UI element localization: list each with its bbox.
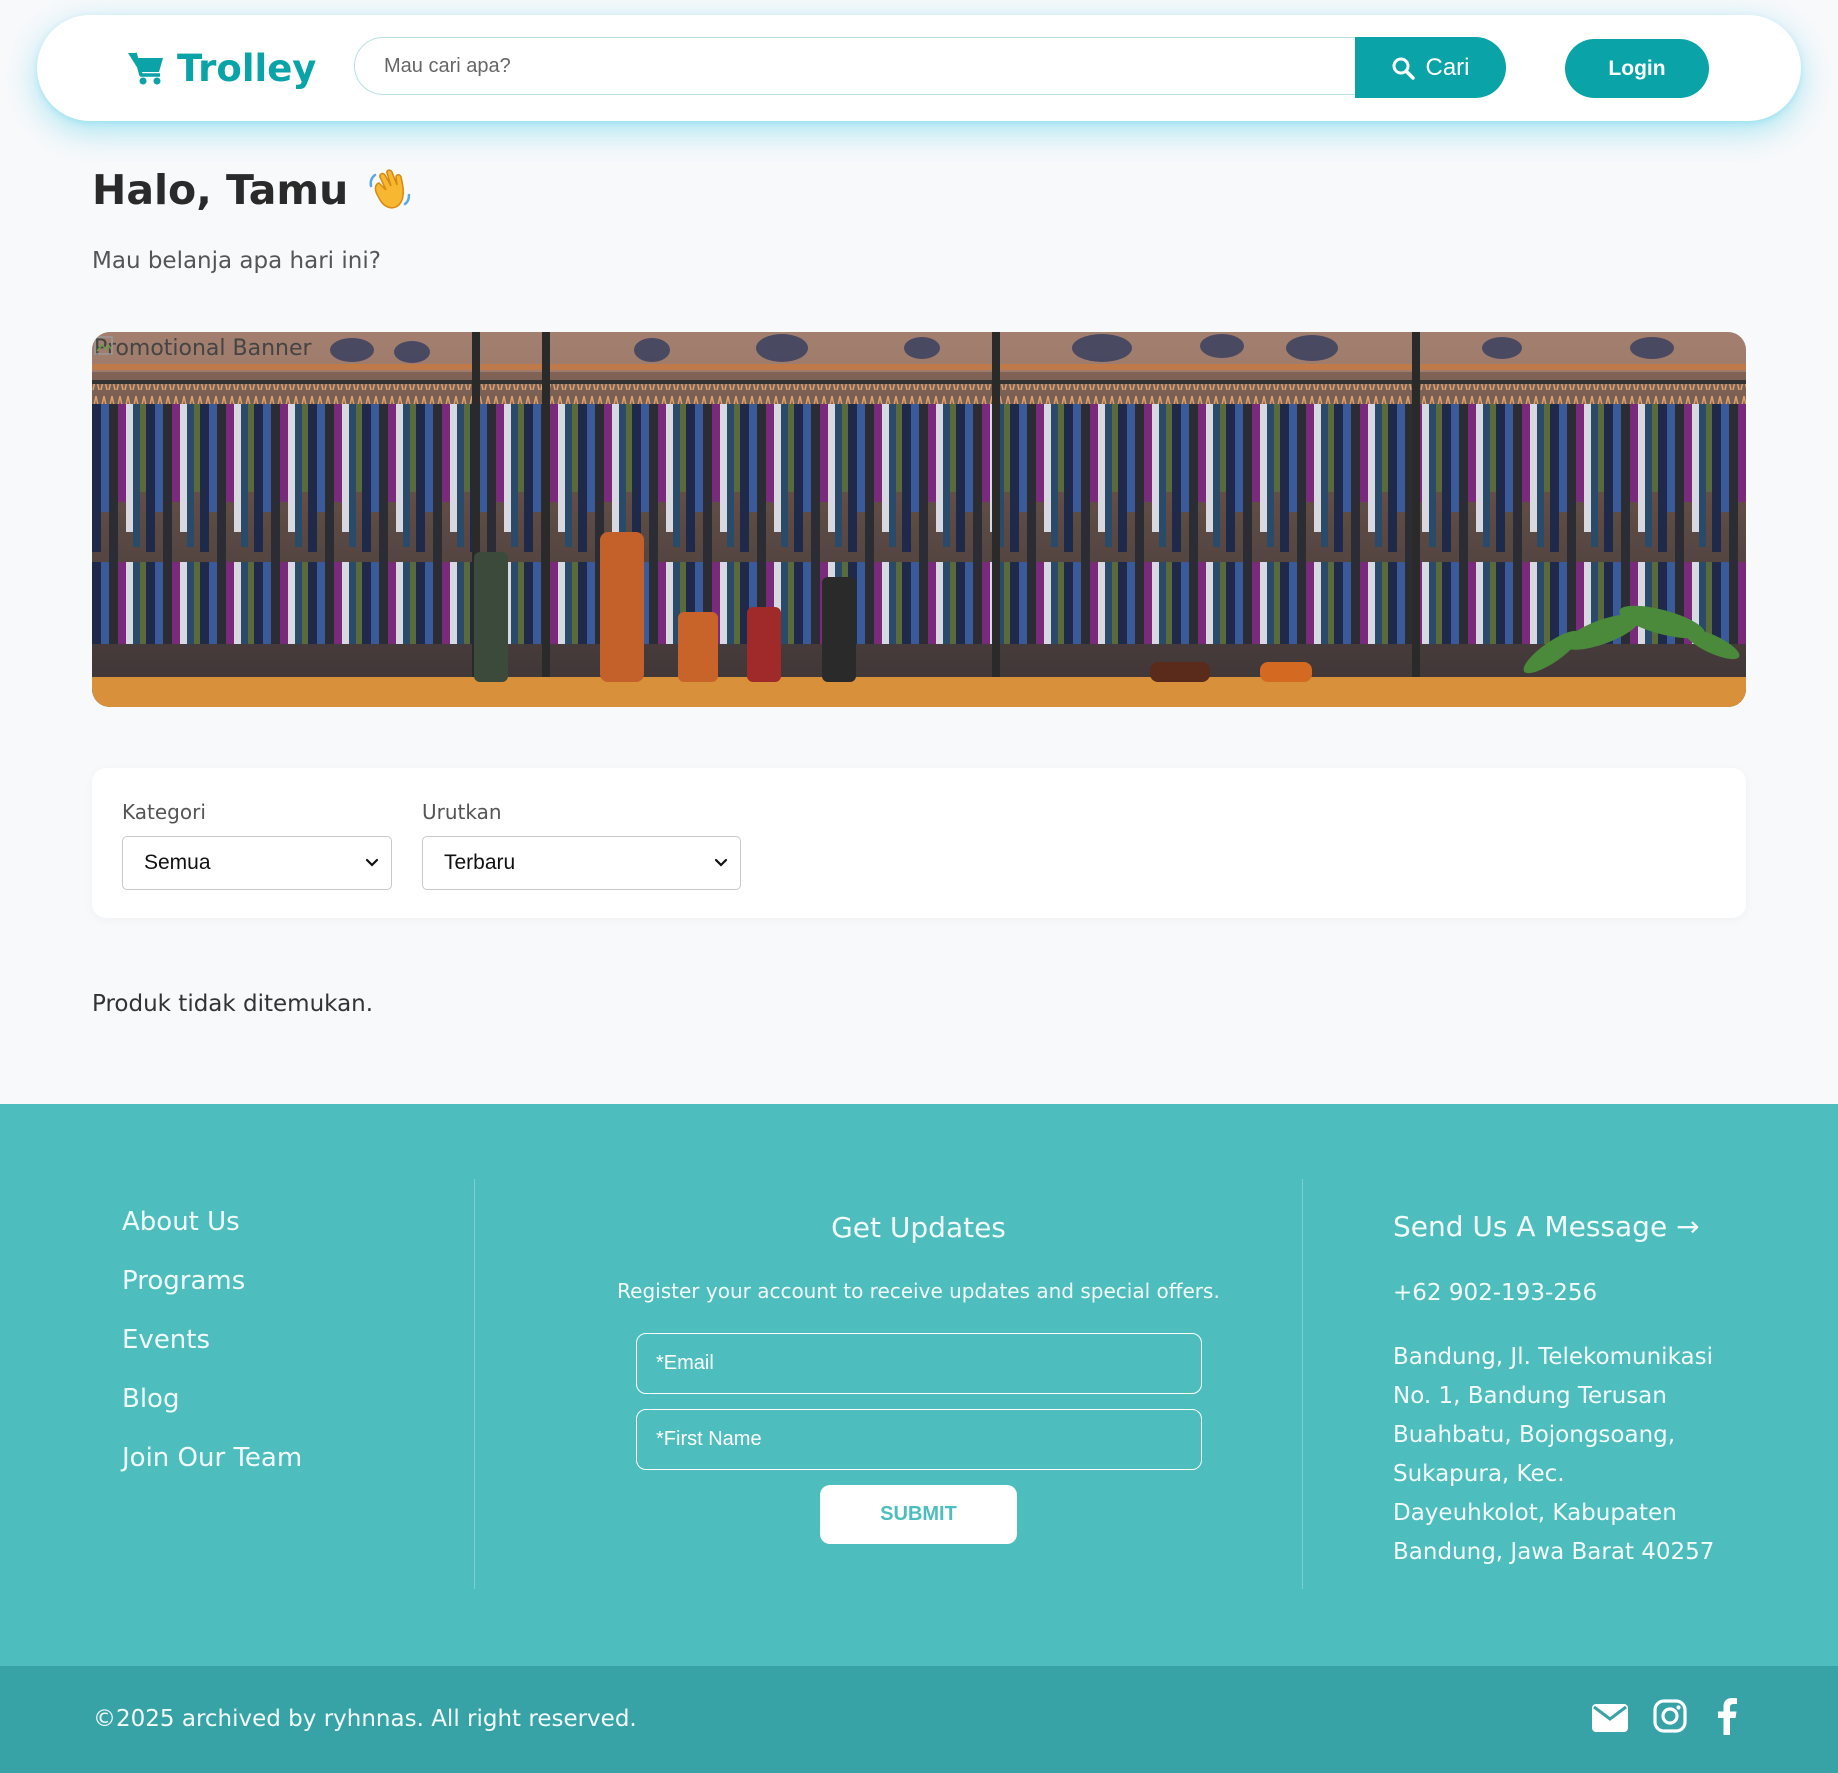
sort-selected-value: Terbaru [444, 851, 516, 874]
brand-logo[interactable]: Trolley [127, 45, 316, 91]
footer: About Us Programs Events Blog Join Our T… [0, 1104, 1838, 1666]
login-button[interactable]: Login [1565, 39, 1709, 98]
filter-panel: Kategori Semua Urutkan Terbaru [92, 768, 1746, 918]
submit-button[interactable]: SUBMIT [820, 1485, 1017, 1544]
footer-link-events[interactable]: Events [122, 1322, 302, 1381]
send-message-link[interactable]: Send Us A Message → [1393, 1210, 1700, 1243]
category-selected-value: Semua [144, 851, 211, 874]
footer-link-about[interactable]: About Us [122, 1204, 302, 1263]
page-title: Halo, Tamu [92, 166, 414, 214]
updates-description: Register your account to receive updates… [617, 1279, 1220, 1303]
navbar: Trolley Cari Login [37, 15, 1801, 121]
updates-title: Get Updates [831, 1211, 1006, 1244]
copyright-text: ©2025 archived by ryhnnas. All right res… [93, 1706, 637, 1732]
banner-image [92, 332, 1746, 707]
greeting-text: Halo, Tamu [92, 166, 349, 214]
category-filter: Kategori Semua [122, 800, 392, 890]
envelope-icon [1592, 1704, 1628, 1732]
search-button-label: Cari [1425, 53, 1470, 81]
search-icon [1392, 57, 1416, 80]
instagram-icon [1653, 1699, 1687, 1733]
footer-link-programs[interactable]: Programs [122, 1263, 302, 1322]
banner-alt-label: Promotional Banner [94, 336, 312, 361]
category-select[interactable]: Semua [122, 836, 392, 890]
search-bar: Cari [354, 37, 1506, 99]
category-label: Kategori [122, 800, 206, 824]
shopping-cart-icon [128, 52, 163, 85]
footer-link-blog[interactable]: Blog [122, 1381, 302, 1440]
footer-link-join-team[interactable]: Join Our Team [122, 1440, 302, 1499]
facebook-link[interactable] [1716, 1697, 1738, 1735]
first-name-field[interactable] [636, 1409, 1202, 1470]
banner-alt-text: Promotional Banner [94, 336, 312, 361]
footer-links: About Us Programs Events Blog Join Our T… [122, 1204, 302, 1499]
sort-filter: Urutkan Terbaru [422, 800, 741, 890]
contact-address: Bandung, Jl. Telekomunikasi No. 1, Bandu… [1393, 1344, 1715, 1565]
contact-phone: +62 902-193-256 [1393, 1280, 1598, 1306]
instagram-link[interactable] [1653, 1699, 1687, 1733]
broken-image-icon [94, 336, 113, 355]
search-input[interactable] [354, 37, 1358, 95]
empty-results-message: Produk tidak ditemukan. [92, 991, 374, 1017]
brand-name: Trolley [177, 46, 317, 90]
footer-bottom-bar: ©2025 archived by ryhnnas. All right res… [0, 1666, 1838, 1773]
sort-label: Urutkan [422, 800, 502, 824]
promotional-banner[interactable]: Promotional Banner [92, 332, 1746, 707]
chevron-down-icon [365, 858, 379, 867]
search-button[interactable]: Cari [1355, 37, 1506, 98]
sort-select[interactable]: Terbaru [422, 836, 741, 890]
waving-hand-icon [369, 169, 411, 209]
page-subtitle: Mau belanja apa hari ini? [92, 248, 381, 274]
email-link[interactable] [1591, 1703, 1629, 1733]
email-field[interactable] [636, 1333, 1202, 1394]
chevron-down-icon [714, 858, 728, 867]
facebook-icon [1718, 1698, 1737, 1735]
